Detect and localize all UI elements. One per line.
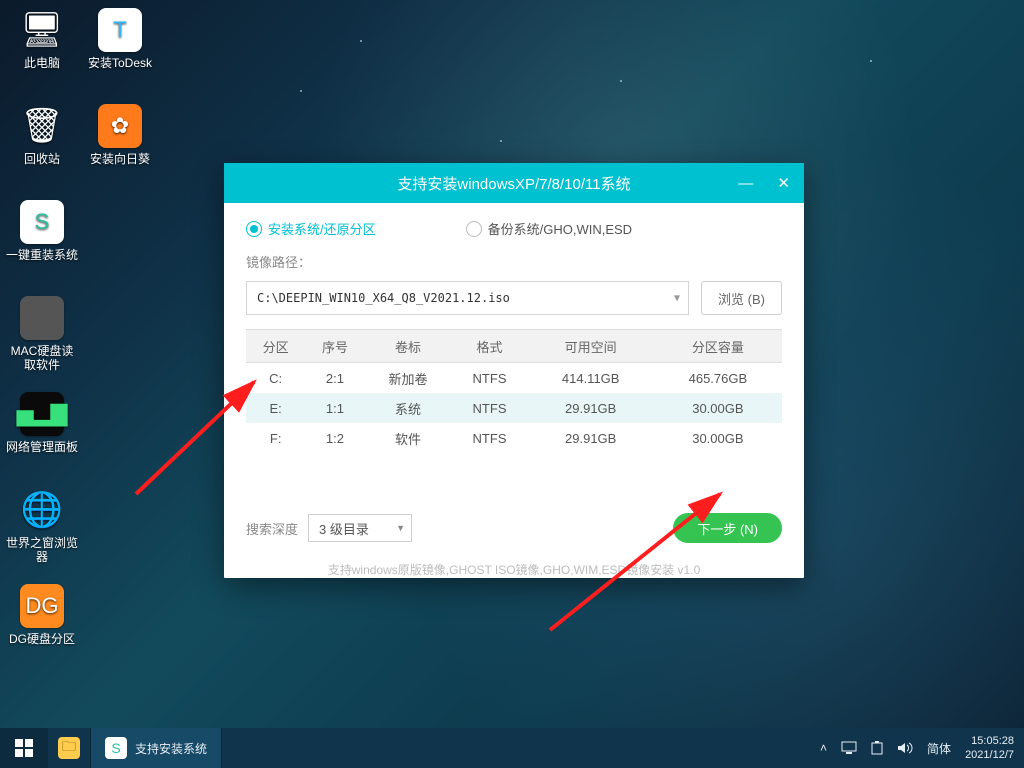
table-header: 卷标 — [365, 330, 452, 363]
table-cell: E: — [246, 393, 305, 423]
desktop-icon-label: 安装向日葵 — [82, 152, 158, 166]
image-path-combo[interactable]: C:\DEEPIN_WIN10_X64_Q8_V2021.12.iso ▼ — [246, 281, 689, 315]
radio-dot-icon — [466, 221, 482, 237]
browse-button[interactable]: 浏览 (B) — [701, 281, 782, 315]
desktop-icon[interactable]: S 一键重装系统 — [4, 200, 80, 262]
chevron-down-icon: ▼ — [396, 523, 405, 533]
windows-logo-icon — [15, 739, 33, 757]
table-cell: 414.11GB — [528, 363, 654, 394]
chevron-down-icon: ▼ — [674, 282, 680, 314]
table-cell: 30.00GB — [654, 423, 782, 453]
table-cell: 29.91GB — [528, 393, 654, 423]
image-path-value: C:\DEEPIN_WIN10_X64_Q8_V2021.12.iso — [257, 291, 510, 305]
table-header: 分区 — [246, 330, 305, 363]
installer-window: 支持安装windowsXP/7/8/10/11系统 — ✕ 安装系统/还原分区 … — [224, 163, 804, 578]
mode-backup-label: 备份系统/GHO,WIN,ESD — [488, 219, 632, 238]
table-header: 序号 — [305, 330, 364, 363]
app-icon: 🗑 — [20, 104, 64, 148]
table-cell: F: — [246, 423, 305, 453]
app-icon: DG — [20, 584, 64, 628]
table-cell: 2:1 — [305, 363, 364, 394]
close-button[interactable]: ✕ — [771, 170, 796, 196]
table-cell: NTFS — [451, 423, 527, 453]
desktop-icon[interactable]: 🌐 世界之窗浏览 器 — [4, 488, 80, 564]
desktop-icon[interactable]: MAC硬盘读 取软件 — [4, 296, 80, 372]
partition-table: 分区序号卷标格式可用空间分区容量 C:2:1新加卷NTFS414.11GB465… — [246, 329, 782, 453]
app-icon: S — [20, 200, 64, 244]
table-header: 可用空间 — [528, 330, 654, 363]
taskbar: 🗀 S 支持安装系统 ˄ 简体 15:05:28 2021/12/7 — [0, 728, 1024, 768]
mode-install-radio[interactable]: 安装系统/还原分区 — [246, 219, 376, 238]
app-icon: ▅▂▇ — [20, 392, 64, 436]
tray-chevron-up-icon[interactable]: ˄ — [820, 741, 827, 755]
taskbar-explorer[interactable]: 🗀 — [48, 728, 90, 768]
table-cell: NTFS — [451, 393, 527, 423]
desktop-icon[interactable]: 🖥 此电脑 — [4, 8, 80, 70]
battery-icon[interactable] — [871, 741, 883, 755]
table-row[interactable]: F:1:2软件NTFS29.91GB30.00GB — [246, 423, 782, 453]
desktop-icon-label: DG硬盘分区 — [4, 632, 80, 646]
window-title: 支持安装windowsXP/7/8/10/11系统 — [397, 173, 630, 194]
path-label: 镜像路径： — [246, 252, 782, 271]
desktop-icon[interactable]: DG DG硬盘分区 — [4, 584, 80, 646]
table-cell: 30.00GB — [654, 393, 782, 423]
folder-icon: 🗀 — [58, 737, 80, 759]
table-row[interactable]: E:1:1系统NTFS29.91GB30.00GB — [246, 393, 782, 423]
app-icon — [20, 296, 64, 340]
table-cell: 465.76GB — [654, 363, 782, 394]
window-footer: 支持windows原版镜像,GHOST ISO镜像,GHO,WIM,ESD镜像安… — [246, 561, 782, 578]
desktop-icon[interactable]: ▅▂▇ 网络管理面板 — [4, 392, 80, 454]
ime-indicator[interactable]: 简体 — [927, 740, 951, 757]
desktop-icon-label: 网络管理面板 — [4, 440, 80, 454]
desktop-icon-label: 此电脑 — [4, 56, 80, 70]
table-cell: 29.91GB — [528, 423, 654, 453]
monitor-icon[interactable] — [841, 741, 857, 755]
table-header: 分区容量 — [654, 330, 782, 363]
table-cell: C: — [246, 363, 305, 394]
desktop-icon-label: 回收站 — [4, 152, 80, 166]
table-cell: 1:2 — [305, 423, 364, 453]
table-cell: 新加卷 — [365, 363, 452, 394]
minimize-button[interactable]: — — [732, 171, 759, 196]
taskbar-app-installer[interactable]: S 支持安装系统 — [90, 728, 222, 768]
table-header: 格式 — [451, 330, 527, 363]
table-cell: NTFS — [451, 363, 527, 394]
taskbar-app-label: 支持安装系统 — [135, 740, 207, 757]
radio-dot-icon — [246, 221, 262, 237]
installer-icon: S — [105, 737, 127, 759]
app-icon: 🌐 — [20, 488, 64, 532]
app-icon: 🖥 — [20, 8, 64, 52]
app-icon: ✿ — [98, 104, 142, 148]
table-cell: 软件 — [365, 423, 452, 453]
table-cell: 系统 — [365, 393, 452, 423]
table-row[interactable]: C:2:1新加卷NTFS414.11GB465.76GB — [246, 363, 782, 394]
mode-backup-radio[interactable]: 备份系统/GHO,WIN,ESD — [466, 219, 632, 238]
desktop: 🖥 此电脑 🗑 回收站 S 一键重装系统 MAC硬盘读 取软件 ▅▂▇ 网络管理面板 🌐 世界之窗浏… — [0, 0, 1024, 768]
desktop-icon[interactable]: 🗑 回收站 — [4, 104, 80, 166]
desktop-icon-label: 一键重装系统 — [4, 248, 80, 262]
desktop-icon-label: MAC硬盘读 取软件 — [4, 344, 80, 372]
search-depth-label: 搜索深度 — [246, 519, 298, 538]
volume-icon[interactable] — [897, 741, 913, 755]
app-icon: T — [98, 8, 142, 52]
desktop-icon[interactable]: T 安装ToDesk — [82, 8, 158, 70]
start-button[interactable] — [0, 728, 48, 768]
table-cell: 1:1 — [305, 393, 364, 423]
next-button[interactable]: 下一步 (N) — [673, 513, 782, 543]
system-tray: ˄ 简体 15:05:28 2021/12/7 — [810, 734, 1024, 762]
tray-clock[interactable]: 15:05:28 2021/12/7 — [965, 734, 1014, 762]
desktop-icon[interactable]: ✿ 安装向日葵 — [82, 104, 158, 166]
search-depth-select[interactable]: 3 级目录 ▼ — [308, 514, 412, 542]
mode-install-label: 安装系统/还原分区 — [268, 219, 376, 238]
titlebar: 支持安装windowsXP/7/8/10/11系统 — ✕ — [224, 163, 804, 203]
desktop-icon-label: 世界之窗浏览 器 — [4, 536, 80, 564]
desktop-icon-label: 安装ToDesk — [82, 56, 158, 70]
